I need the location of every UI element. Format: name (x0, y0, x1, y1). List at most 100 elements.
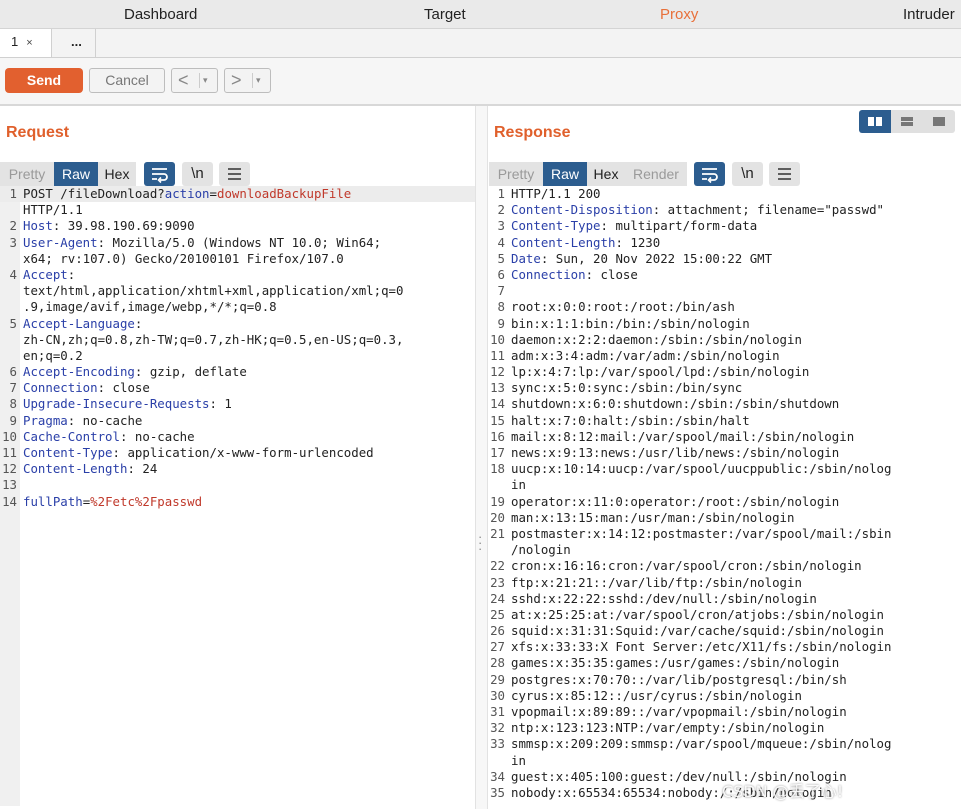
repeater-tab-1[interactable]: 1 × (0, 29, 52, 57)
split-view-icon[interactable] (859, 110, 891, 133)
line-number: 23 (490, 574, 505, 590)
text-segment: : gzip, deflate (134, 364, 247, 380)
dropdown-icon[interactable]: ▾ (256, 69, 261, 92)
text-segment: daemon:x:2:2:daemon:/sbin:/sbin/nologin (511, 331, 802, 347)
line-text: cyrus:x:85:12::/usr/cyrus:/sbin/nologin (511, 688, 802, 704)
line-text: postgres:x:70:70::/var/lib/postgresql:/b… (511, 672, 847, 688)
line-text: adm:x:3:4:adm:/var/adm:/sbin/nologin (511, 348, 780, 364)
code-line: 10 Cache-Control: no-cache (0, 429, 475, 445)
text-segment: text/html,application/xhtml+xml,applicat… (23, 283, 404, 299)
resize-grip-icon[interactable]: · · · (478, 530, 484, 555)
header-name: User-Agent (23, 234, 98, 250)
code-line: 2 Content-Disposition: attachment; filena… (488, 202, 961, 218)
line-number: 10 (490, 331, 505, 347)
line-text: Content-Disposition: attachment; filenam… (511, 202, 884, 218)
wrap-lines-icon[interactable] (694, 162, 725, 186)
text-segment: halt:x:7:0:halt:/sbin:/sbin/halt (511, 412, 750, 428)
view-layout-toggle (859, 110, 955, 133)
format-hex[interactable]: Hex (98, 162, 136, 186)
line-text: squid:x:31:31:Squid:/var/cache/squid:/sb… (511, 623, 884, 639)
header-name: Accept-Language (23, 315, 135, 331)
line-text: man:x:13:15:man:/usr/man:/sbin/nologin (511, 510, 794, 526)
line-text: sshd:x:22:22:sshd:/dev/null:/sbin/nologi… (511, 591, 817, 607)
header-name: Content-Length (23, 461, 128, 477)
request-editor[interactable]: 1 POST /fileDownload?action=downloadBacku… (0, 186, 475, 510)
line-text: daemon:x:2:2:daemon:/sbin:/sbin/nologin (511, 332, 802, 348)
line-number: 17 (490, 445, 505, 460)
menu-icon[interactable] (219, 162, 250, 186)
send-button[interactable]: Send (5, 68, 83, 93)
line-text: Pragma: no-cache (23, 413, 142, 429)
single-view-icon[interactable] (923, 110, 955, 133)
line-number: 11 (490, 347, 505, 363)
format-render[interactable]: Render (625, 162, 687, 186)
text-segment: = (209, 186, 217, 201)
code-line: 9 Pragma: no-cache (0, 413, 475, 429)
text-segment: ftp:x:21:21::/var/lib/ftp:/sbin/nologin (511, 574, 802, 590)
code-line: 9 bin:x:1:1:bin:/bin:/sbin/nologin (488, 316, 961, 332)
new-tab-button[interactable]: ... (52, 29, 96, 57)
text-segment: in (511, 752, 526, 768)
close-icon[interactable]: × (26, 37, 32, 49)
code-line: 21 postmaster:x:14:12:postmaster:/var/spo… (488, 526, 961, 542)
nav-dashboard[interactable]: Dashboard (124, 6, 197, 23)
line-number: 6 (9, 364, 17, 380)
code-line: 3 User-Agent: Mozilla/5.0 (Windows NT 10.… (0, 235, 475, 251)
line-number: 7 (9, 380, 17, 396)
nav-intruder[interactable]: Intruder (903, 6, 955, 23)
line-text: Content-Length: 24 (23, 461, 157, 477)
text-segment: /nologin (511, 542, 571, 558)
code-line: 27 xfs:x:33:33:X Font Server:/etc/X11/fs:… (488, 639, 961, 655)
line-number: 12 (490, 364, 505, 380)
horizontal-view-icon[interactable] (891, 110, 923, 133)
code-line: .9,image/avif,image/webp,*/*;q=0.8 (0, 299, 475, 315)
code-line: 8 Upgrade-Insecure-Requests: 1 (0, 396, 475, 412)
line-text: Connection: close (23, 380, 150, 396)
line-text: HTTP/1.1 (23, 202, 83, 218)
line-text: uucp:x:10:14:uucp:/var/spool/uucppublic:… (511, 461, 891, 477)
panel-divider[interactable] (475, 106, 488, 809)
text-segment: : no-cache (67, 412, 143, 428)
newline-toggle[interactable]: \n (182, 162, 213, 186)
text-segment: HTTP/1.1 200 (511, 186, 601, 201)
line-number: 12 (2, 461, 17, 477)
wrap-lines-icon[interactable] (144, 162, 175, 186)
line-text: Upgrade-Insecure-Requests: 1 (23, 396, 232, 412)
menu-icon[interactable] (769, 162, 800, 186)
code-line: 30 cyrus:x:85:12::/usr/cyrus:/sbin/nologi… (488, 688, 961, 704)
nav-proxy[interactable]: Proxy (660, 6, 698, 23)
code-line: 12 lp:x:4:7:lp:/var/spool/lpd:/sbin/nolog… (488, 364, 961, 380)
code-line: 6 Connection: close (488, 267, 961, 283)
line-number: 11 (2, 445, 17, 460)
code-line: 18 uucp:x:10:14:uucp:/var/spool/uucppubli… (488, 461, 961, 477)
response-panel: Response Pretty Raw Hex Render \n 1 HTTP/… (488, 106, 961, 809)
text-segment: man:x:13:15:man:/usr/man:/sbin/nologin (511, 509, 795, 525)
format-raw[interactable]: Raw (543, 162, 587, 186)
line-number: 5 (9, 315, 17, 331)
code-line: 33 smmsp:x:209:209:smmsp:/var/spool/mqueu… (488, 736, 961, 752)
format-raw[interactable]: Raw (54, 162, 98, 186)
line-text: Cache-Control: no-cache (23, 429, 195, 445)
line-number: 7 (497, 283, 505, 299)
line-text: sync:x:5:0:sync:/sbin:/bin/sync (511, 380, 742, 396)
forward-button[interactable]: > ▾ (224, 68, 271, 93)
line-text: mail:x:8:12:mail:/var/spool/mail:/sbin/n… (511, 429, 854, 445)
cancel-button[interactable]: Cancel (89, 68, 165, 93)
format-hex[interactable]: Hex (587, 162, 625, 186)
code-line: 22 cron:x:16:16:cron:/var/spool/cron:/sbi… (488, 558, 961, 574)
line-number: 1 (9, 186, 17, 201)
dropdown-icon[interactable]: ▾ (203, 69, 208, 92)
code-line: 2 Host: 39.98.190.69:9090 (0, 218, 475, 234)
format-pretty[interactable]: Pretty (489, 162, 543, 186)
newline-toggle[interactable]: \n (732, 162, 763, 186)
text-segment: games:x:35:35:games:/usr/games:/sbin/nol… (511, 655, 840, 671)
format-pretty[interactable]: Pretty (0, 162, 54, 186)
line-text: ftp:x:21:21::/var/lib/ftp:/sbin/nologin (511, 575, 802, 591)
tab-label: 1 (11, 34, 19, 49)
toolbar: Send Cancel < ▾ > ▾ (0, 58, 961, 106)
response-editor[interactable]: 1 HTTP/1.1 200 2 Content-Disposition: attac… (488, 186, 961, 801)
text-segment: lp:x:4:7:lp:/var/spool/lpd:/sbin/nologin (511, 364, 810, 380)
nav-target[interactable]: Target (424, 6, 466, 23)
back-button[interactable]: < ▾ (171, 68, 218, 93)
text-segment: : Sun, 20 Nov 2022 15:00:22 GMT (540, 250, 773, 266)
